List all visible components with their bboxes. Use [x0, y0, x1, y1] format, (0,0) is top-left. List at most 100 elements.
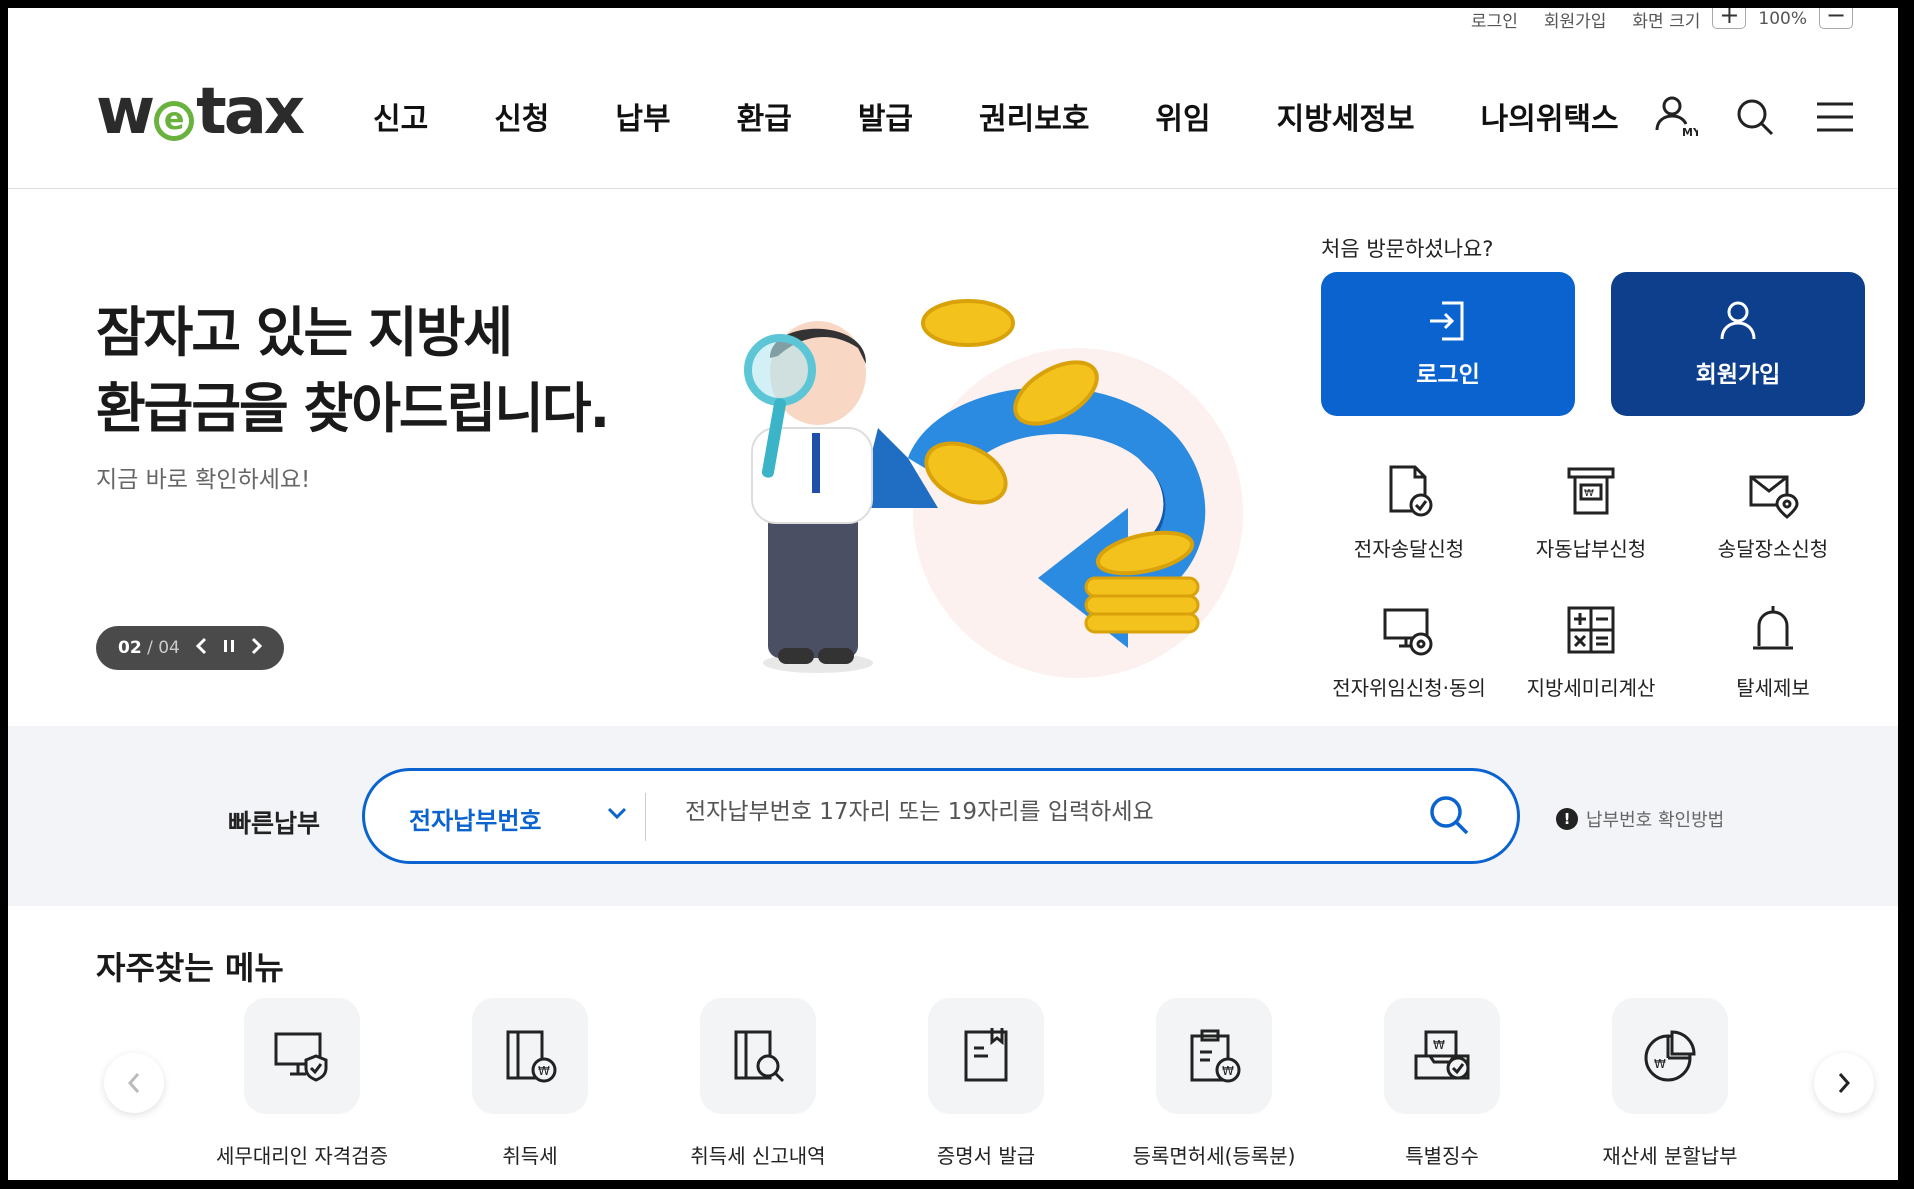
search-icon[interactable] [1732, 94, 1778, 140]
frequent-item-label: 취득세 [502, 1144, 558, 1168]
quick-item-auto-pay[interactable]: ₩ 자동납부신청 [1500, 463, 1682, 562]
hero-subtitle: 지금 바로 확인하세요! [96, 467, 311, 493]
acquisition-search-icon [734, 1030, 785, 1083]
frequent-item-box: ₩ [1384, 998, 1500, 1114]
fast-pay-search-box: 전자납부번호 [362, 768, 1520, 864]
quick-item-label: 전자송달신청 [1353, 537, 1465, 561]
quick-item-calculator[interactable]: 지방세미리계산 [1500, 602, 1682, 701]
nav-item-local-tax-info[interactable]: 지방세정보 [1244, 94, 1448, 138]
slide-separator: / [141, 638, 159, 658]
first-visit-text: 처음 방문하셨나요? [1321, 237, 1494, 261]
login-icon [1430, 301, 1464, 341]
frequent-item-acquisition-tax[interactable]: ₩ 취득세 [416, 998, 644, 1169]
special-collection-icon: ₩ [1414, 1030, 1470, 1080]
payment-number-input[interactable] [685, 799, 1405, 825]
pay-type-select[interactable]: 전자납부번호 [409, 801, 541, 836]
login-button-label: 로그인 [1416, 362, 1480, 388]
chevron-left-icon [127, 1073, 140, 1093]
alarm-bell-icon [1753, 606, 1793, 650]
join-button-label: 회원가입 [1695, 362, 1781, 388]
certificate-icon [964, 1028, 1008, 1082]
page: 로그인 회원가입 화면 크기 + 100% − w e tax 신고 신청 납부 환… [8, 8, 1898, 1180]
nav-item-issue[interactable]: 발급 [825, 94, 946, 138]
svg-text:₩: ₩ [1222, 1064, 1234, 1078]
auto-pay-icon: ₩ [1567, 467, 1615, 515]
frequent-item-label: 등록면허세(등록분) [1132, 1144, 1296, 1168]
slide-counter: 02 / 04 [118, 638, 180, 658]
my-badge: MY [1682, 126, 1698, 139]
hero-illustration [744, 299, 1243, 678]
pause-icon[interactable] [222, 637, 236, 660]
frequent-next-button[interactable] [1814, 1053, 1874, 1113]
search-icon[interactable] [1427, 793, 1477, 843]
nav-item-refund[interactable]: 환급 [704, 94, 825, 138]
svg-text:₩: ₩ [1654, 1057, 1666, 1071]
delivery-location-icon [1749, 475, 1799, 519]
logo-w: w [96, 75, 155, 149]
my-icon[interactable]: MY [1652, 94, 1698, 140]
frequent-item-certificate[interactable]: 증명서 발급 [872, 998, 1100, 1169]
frequent-item-property-installment[interactable]: ₩ 재산세 분할납부 [1556, 998, 1784, 1169]
logo-e: e [154, 101, 195, 141]
site-header: w e tax 신고 신청 납부 환급 발급 권리보호 위임 지방세정보 나의위택스… [8, 8, 1898, 189]
frequent-menu-title: 자주찾는 메뉴 [96, 949, 284, 987]
frequent-item-label: 증명서 발급 [936, 1144, 1036, 1168]
quick-item-label: 지방세미리계산 [1526, 676, 1656, 700]
quick-item-delivery-location[interactable]: 송달장소신청 [1682, 463, 1864, 562]
next-slide-icon[interactable] [250, 637, 264, 660]
svg-text:₩: ₩ [538, 1064, 550, 1078]
nav-item-pay[interactable]: 납부 [582, 94, 703, 138]
frequent-item-special-collection[interactable]: ₩ 특별징수 [1328, 998, 1556, 1169]
svg-text:₩: ₩ [1584, 488, 1594, 499]
main-nav: 신고 신청 납부 환급 발급 권리보호 위임 지방세정보 나의위택스 [373, 94, 1652, 138]
divider [645, 793, 646, 841]
hero-title-line2: 환급금을 찾아드립니다. [96, 377, 610, 440]
acquisition-tax-icon: ₩ [506, 1030, 557, 1083]
fast-pay-label: 빠른납부 [228, 809, 321, 838]
hero-title: 잠자고 있는 지방세 환급금을 찾아드립니다. [96, 295, 610, 447]
quick-services: 전자송달신청 ₩ 자동납부신청 송달장소신청 전자위임신청·동의 지방세미리계산… [1318, 463, 1878, 701]
frequent-prev-button[interactable] [104, 1053, 164, 1113]
prev-slide-icon[interactable] [194, 637, 208, 660]
join-button[interactable]: 회원가입 [1611, 272, 1865, 416]
chevron-right-icon [1838, 1073, 1851, 1093]
frequent-item-box: ₩ [1612, 998, 1728, 1114]
slide-total: 04 [158, 638, 180, 658]
quick-item-e-delegation[interactable]: 전자위임신청·동의 [1318, 602, 1500, 701]
quick-item-label: 자동납부신청 [1535, 537, 1647, 561]
nav-item-apply[interactable]: 신청 [461, 94, 582, 138]
frequent-item-box [700, 998, 816, 1114]
user-icon [1720, 301, 1756, 340]
quick-item-label: 전자위임신청·동의 [1332, 676, 1486, 700]
logo-tax: tax [196, 75, 305, 149]
svg-text:₩: ₩ [1433, 1038, 1445, 1052]
quick-item-e-delivery[interactable]: 전자송달신청 [1318, 463, 1500, 562]
frequent-item-agent-verify[interactable]: 세무대리인 자격검증 [188, 998, 416, 1169]
fast-pay-band: 빠른납부 전자납부번호 ! 납부번호 확인방법 [8, 726, 1898, 906]
quick-item-label: 송달장소신청 [1717, 537, 1829, 561]
monitor-shield-icon [274, 1032, 328, 1082]
pie-chart-won-icon: ₩ [1644, 1030, 1696, 1082]
frequent-item-registration-tax[interactable]: ₩ 등록면허세(등록분) [1100, 998, 1328, 1169]
frequent-item-box [244, 998, 360, 1114]
frequent-menu-list: 세무대리인 자격검증 ₩ 취득세 취득세 신고내역 증명서 발급 ₩ 등록면허세… [188, 998, 1784, 1169]
menu-icon[interactable] [1812, 94, 1858, 140]
payment-number-help-link[interactable]: ! 납부번호 확인방법 [1556, 806, 1724, 832]
nav-item-report[interactable]: 신고 [373, 94, 461, 138]
slide-current: 02 [118, 638, 142, 658]
e-delivery-icon [1389, 465, 1433, 517]
nav-item-rights[interactable]: 권리보호 [946, 94, 1122, 138]
login-button[interactable]: 로그인 [1321, 272, 1575, 416]
quick-item-tax-evasion-report[interactable]: 탈세제보 [1682, 602, 1864, 701]
frequent-item-label: 취득세 신고내역 [690, 1144, 826, 1168]
hero-title-line1: 잠자고 있는 지방세 [96, 301, 513, 364]
nav-item-my-wetax[interactable]: 나의위택스 [1448, 94, 1652, 138]
frequent-item-acquisition-history[interactable]: 취득세 신고내역 [644, 998, 872, 1169]
nav-item-delegation[interactable]: 위임 [1122, 94, 1243, 138]
header-icons: MY [1652, 94, 1858, 140]
info-icon: ! [1556, 808, 1578, 830]
help-link-label: 납부번호 확인방법 [1586, 810, 1725, 831]
calculator-icon [1567, 606, 1615, 654]
chevron-down-icon[interactable] [605, 801, 629, 829]
wetax-logo[interactable]: w e tax [96, 80, 305, 144]
